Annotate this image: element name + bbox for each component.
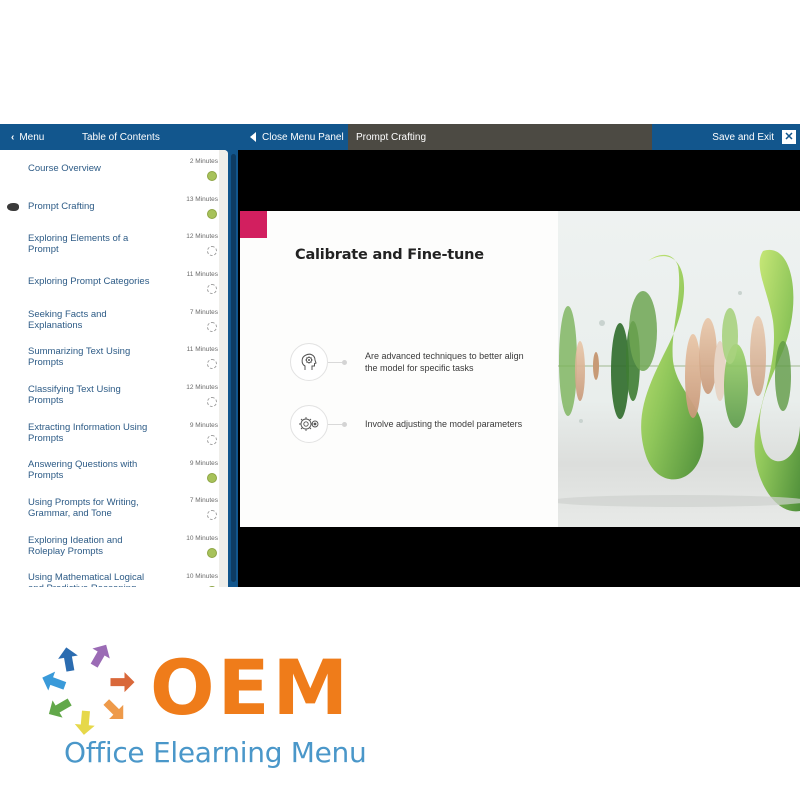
logo-arrow (90, 644, 110, 668)
toc-item-label: Exploring Prompt Categories (28, 276, 150, 288)
current-lesson-title: Prompt Crafting (348, 124, 652, 150)
slide-artwork (558, 211, 800, 527)
toc-item-label: Summarizing Text Using Prompts (28, 346, 131, 369)
logo-arrow (103, 699, 124, 720)
toc-item-label: Exploring Elements of a Prompt (28, 233, 129, 256)
bullet-text: Are advanced techniques to better align … (365, 351, 524, 373)
toc-heading: Table of Contents (82, 131, 160, 143)
toc-item-duration: 7 Minutes (189, 308, 218, 316)
toc-item[interactable]: Exploring Prompt Categories 11 Minutes (0, 263, 219, 301)
toc-item[interactable]: Exploring Ideation and Roleplay Prompts 1… (0, 527, 219, 565)
toc-item-label: Classifying Text Using Prompts (28, 383, 121, 406)
save-and-exit-button[interactable]: Save and Exit ✕ (652, 124, 800, 150)
toc-panel: Course Overview 2 Minutes Prompt Crafting 1… (0, 150, 228, 587)
logo-arrow (74, 710, 95, 735)
close-menu-panel-button[interactable]: Close Menu Panel (240, 124, 348, 150)
toc-item[interactable]: Answering Questions with Prompts 9 Minute… (0, 452, 219, 490)
toc-item-label: Course Overview (28, 163, 101, 175)
logo-wordmark: OEM (150, 643, 352, 732)
logo-arrow (42, 671, 67, 691)
status-complete-icon (207, 208, 217, 219)
toc-item-duration: 9 Minutes (189, 459, 218, 467)
toc-gutter (219, 150, 228, 587)
toc-item-duration: 7 Minutes (189, 497, 218, 505)
status-not-started-icon (207, 284, 217, 295)
toc-item-duration: 11 Minutes (186, 346, 218, 354)
status-not-started-icon (207, 397, 217, 408)
toc-item[interactable]: Prompt Crafting 13 Minutes (0, 188, 219, 226)
connector-dot (342, 359, 347, 365)
arrows-circle-icon (42, 644, 135, 735)
slide-bullet: Are advanced techniques to better align … (290, 343, 535, 381)
toc-item[interactable]: Using Prompts for Writing, Grammar, and … (0, 489, 219, 527)
course-player: ‹ Menu Table of Contents Close Menu Pane… (0, 124, 800, 587)
menu-button[interactable]: ‹ Menu (0, 132, 82, 143)
toc-item-duration: 13 Minutes (186, 195, 218, 203)
sidebar: Course Overview 2 Minutes Prompt Crafting 1… (0, 150, 238, 587)
toc-item[interactable]: Classifying Text Using Prompts 12 Minutes (0, 376, 219, 414)
toc-item-duration: 10 Minutes (186, 572, 218, 580)
toc-item-label: Prompt Crafting (28, 201, 95, 213)
triangle-left-icon (250, 132, 256, 142)
current-lesson-marker-icon (7, 202, 19, 211)
top-bar: ‹ Menu Table of Contents Close Menu Pane… (0, 124, 800, 150)
status-complete-icon (207, 585, 217, 587)
toc-item-duration: 12 Minutes (186, 384, 218, 392)
toc-item[interactable]: Course Overview 2 Minutes (0, 150, 219, 188)
status-complete-icon (207, 171, 217, 181)
close-menu-panel-label: Close Menu Panel (262, 131, 344, 143)
status-complete-icon (207, 547, 217, 558)
menu-header: ‹ Menu Table of Contents (0, 124, 240, 150)
oem-logo: OEM Office Elearning Menu (38, 636, 368, 776)
toc-list: Course Overview 2 Minutes Prompt Crafting 1… (0, 150, 219, 587)
status-not-started-icon (207, 510, 217, 521)
connector-line (328, 423, 342, 425)
menu-label: Menu (19, 131, 45, 143)
brain-gear-icon (290, 343, 328, 381)
status-not-started-icon (207, 359, 217, 370)
toc-item[interactable]: Extracting Information Using Prompts 9 Mi… (0, 414, 219, 452)
toc-item[interactable]: Seeking Facts and Explanations 7 Minutes (0, 301, 219, 339)
status-not-started-icon (207, 246, 217, 257)
toc-item[interactable]: Exploring Elements of a Prompt 12 Minutes (0, 225, 219, 263)
toc-item-label: Answering Questions with Prompts (28, 459, 138, 482)
logo-arrow (48, 698, 72, 718)
save-and-exit-label: Save and Exit (712, 131, 774, 143)
toc-item-duration: 9 Minutes (189, 421, 218, 429)
toc-item[interactable]: Using Mathematical Logical and Predictiv… (0, 565, 219, 587)
toc-item-label: Using Mathematical Logical and Predictiv… (28, 572, 145, 587)
toc-item-duration: 11 Minutes (186, 271, 218, 279)
toc-item-duration: 2 Minutes (189, 158, 218, 165)
slide-title: Calibrate and Fine-tune (295, 247, 484, 263)
close-icon[interactable]: ✕ (782, 130, 796, 144)
slide-accent-block (240, 211, 267, 238)
status-not-started-icon (207, 434, 217, 445)
toc-item[interactable]: Summarizing Text Using Prompts 11 Minutes (0, 338, 219, 376)
status-complete-icon (207, 472, 217, 483)
toc-item-label: Seeking Facts and Explanations (28, 308, 107, 331)
gears-icon (290, 405, 328, 443)
connector-line (328, 361, 342, 363)
logo-arrow (58, 647, 78, 672)
toc-item-duration: 10 Minutes (186, 534, 218, 542)
chevron-left-icon: ‹ (11, 131, 15, 143)
slide-bullet: Involve adjusting the model parameters (290, 405, 535, 443)
slide: Calibrate and Fine-tune Are advanced tec… (240, 211, 800, 527)
bullet-text: Involve adjusting the model parameters (365, 419, 523, 429)
logo-arrow (110, 672, 135, 693)
toc-item-label: Extracting Information Using Prompts (28, 421, 148, 444)
status-not-started-icon (207, 321, 217, 332)
logo-subtitle: Office Elearning Menu (64, 736, 367, 769)
connector-dot (342, 421, 347, 427)
toc-item-label: Using Prompts for Writing, Grammar, and … (28, 497, 139, 520)
toc-scrollbar[interactable] (231, 154, 236, 582)
toc-item-label: Exploring Ideation and Roleplay Prompts (28, 534, 123, 557)
video-player[interactable]: Calibrate and Fine-tune Are advanced tec… (238, 150, 800, 587)
toc-item-duration: 12 Minutes (186, 233, 218, 241)
